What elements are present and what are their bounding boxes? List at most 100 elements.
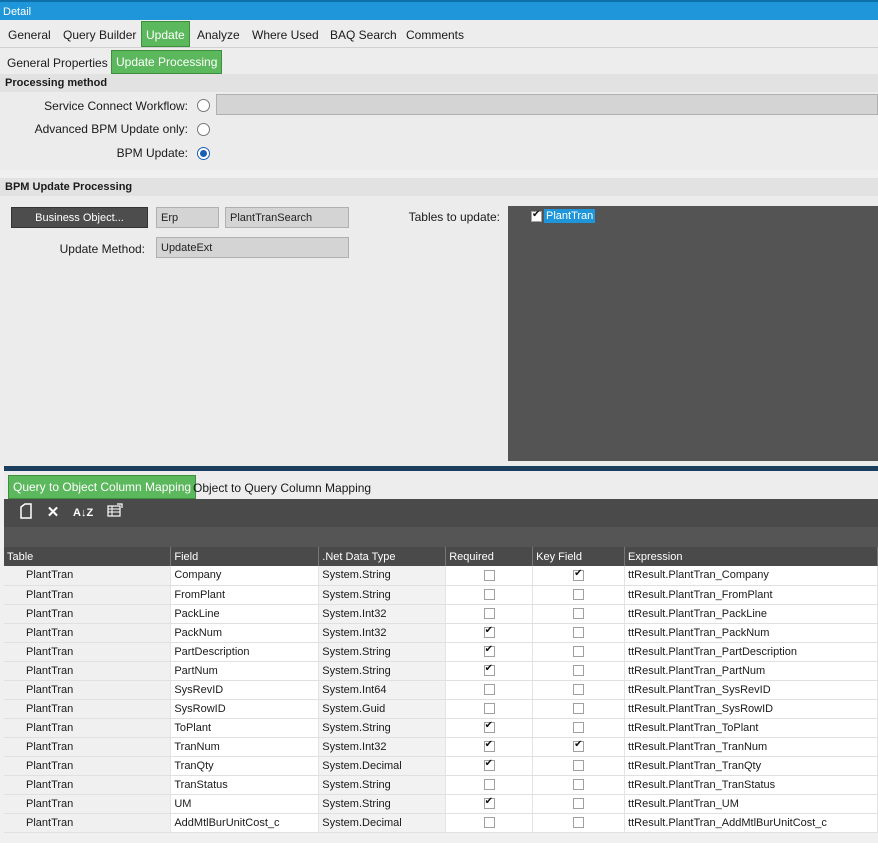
cell-table[interactable]: PlantTran (4, 604, 172, 624)
cell-key-field[interactable] (532, 585, 626, 605)
cell-expression[interactable]: ttResult.PlantTran_AddMtlBurUnitCost_c (624, 813, 878, 833)
table-row[interactable]: PlantTran TranStatus System.String ttResult… (4, 775, 878, 795)
column-header-required[interactable]: Required (445, 547, 534, 566)
key-field-checkbox[interactable] (573, 703, 585, 715)
grid-settings-icon[interactable] (105, 503, 125, 523)
required-checkbox[interactable] (483, 796, 495, 810)
required-checkbox[interactable] (483, 625, 495, 639)
required-checkbox[interactable] (483, 684, 495, 696)
bo-name-field[interactable]: PlantTranSearch (225, 207, 349, 228)
cell-field[interactable]: FromPlant (170, 585, 320, 605)
cell-field[interactable]: SysRowID (170, 699, 320, 719)
table-row[interactable]: PlantTran SysRowID System.Guid ttResult.Pla… (4, 699, 878, 719)
new-icon[interactable] (16, 503, 36, 523)
column-header-expression[interactable]: Expression (624, 547, 878, 566)
key-field-checkbox[interactable] (573, 568, 585, 581)
key-field-checkbox[interactable] (573, 760, 585, 772)
cell-key-field[interactable] (532, 813, 626, 833)
cell-key-field[interactable] (532, 737, 626, 757)
cell-field[interactable]: PartDescription (170, 642, 320, 662)
key-field-checkbox[interactable] (573, 798, 585, 810)
column-header-net-data-type[interactable]: .Net Data Type (318, 547, 447, 566)
cell-expression[interactable]: ttResult.PlantTran_SysRevID (624, 680, 878, 700)
cell-table[interactable]: PlantTran (4, 718, 172, 738)
required-checkbox[interactable] (483, 589, 495, 601)
table-row[interactable]: PlantTran SysRevID System.Int64 ttResult.Pl… (4, 680, 878, 700)
cell-key-field[interactable] (532, 642, 626, 662)
cell-data-type[interactable]: System.String (318, 775, 447, 795)
required-checkbox[interactable] (483, 644, 495, 658)
table-row[interactable]: PlantTranUMSystem.String ttResult.PlantTr… (4, 794, 878, 814)
key-field-checkbox[interactable] (573, 817, 585, 829)
tab-general[interactable]: General (8, 20, 51, 48)
table-row[interactable]: PlantTran FromPlant System.String ttResult.… (4, 585, 878, 605)
cell-expression[interactable]: ttResult.PlantTran_TranNum (624, 737, 878, 757)
cell-field[interactable]: PartNum (170, 661, 320, 681)
advanced-bpm-radio[interactable] (197, 123, 210, 136)
cell-field[interactable]: PackLine (170, 604, 320, 624)
sort-icon[interactable]: A↓Z (73, 503, 93, 523)
required-checkbox[interactable] (483, 779, 495, 791)
cell-expression[interactable]: ttResult.PlantTran_SysRowID (624, 699, 878, 719)
cell-field[interactable]: ToPlant (170, 718, 320, 738)
tab-query-to-object-mapping[interactable]: Query to Object Column Mapping (8, 475, 197, 499)
table-row[interactable]: PlantTranPartDescriptionSystem.String ttR… (4, 642, 878, 662)
cell-field[interactable]: AddMtlBurUnitCost_c (170, 813, 320, 833)
key-field-checkbox[interactable] (573, 627, 585, 639)
table-row[interactable]: PlantTranCompanySystem.String ttResult.Pl… (4, 566, 878, 586)
tab-update-processing[interactable]: Update Processing (111, 50, 223, 74)
key-field-checkbox[interactable] (573, 608, 585, 620)
tab-query-builder[interactable]: Query Builder (63, 20, 136, 48)
service-connect-radio[interactable] (197, 99, 210, 112)
cell-data-type[interactable]: System.String (318, 566, 447, 586)
key-field-checkbox[interactable] (573, 779, 585, 791)
cell-field[interactable]: Company (170, 566, 320, 586)
cell-data-type[interactable]: System.Decimal (318, 756, 447, 776)
cell-key-field[interactable] (532, 566, 626, 586)
required-checkbox[interactable] (483, 739, 495, 753)
required-checkbox[interactable] (483, 758, 495, 772)
cell-expression[interactable]: ttResult.PlantTran_TranStatus (624, 775, 878, 795)
cell-key-field[interactable] (532, 794, 626, 814)
service-connect-workflow-field[interactable] (216, 94, 878, 115)
tab-where-used[interactable]: Where Used (252, 20, 319, 48)
table-row[interactable]: PlantTranTranQtySystem.Decimal ttResult.P… (4, 756, 878, 776)
cell-table[interactable]: PlantTran (4, 794, 172, 814)
cell-data-type[interactable]: System.Int32 (318, 604, 447, 624)
cell-table[interactable]: PlantTran (4, 775, 172, 795)
column-header-table[interactable]: Table (4, 547, 172, 566)
cell-expression[interactable]: ttResult.PlantTran_FromPlant (624, 585, 878, 605)
tab-general-properties[interactable]: General Properties (7, 50, 108, 74)
table-row[interactable]: PlantTran AddMtlBurUnitCost_c System.Decim… (4, 813, 878, 833)
required-checkbox[interactable] (483, 608, 495, 620)
cell-data-type[interactable]: System.String (318, 642, 447, 662)
cell-required[interactable] (445, 642, 534, 662)
cell-table[interactable]: PlantTran (4, 813, 172, 833)
cell-data-type[interactable]: System.String (318, 661, 447, 681)
table-row[interactable]: PlantTran PackLine System.Int32 ttResult.Pl… (4, 604, 878, 624)
table-row[interactable]: PlantTranPartNumSystem.String ttResult.Pl… (4, 661, 878, 681)
cell-expression[interactable]: ttResult.PlantTran_TranQty (624, 756, 878, 776)
cell-data-type[interactable]: System.String (318, 794, 447, 814)
cell-expression[interactable]: ttResult.PlantTran_PartDescription (624, 642, 878, 662)
cell-field[interactable]: TranNum (170, 737, 320, 757)
cell-expression[interactable]: ttResult.PlantTran_Company (624, 566, 878, 586)
cell-expression[interactable]: ttResult.PlantTran_PackNum (624, 623, 878, 643)
cell-table[interactable]: PlantTran (4, 642, 172, 662)
tab-baq-search[interactable]: BAQ Search (330, 20, 397, 48)
cell-required[interactable] (445, 718, 534, 738)
cell-key-field[interactable] (532, 718, 626, 738)
cell-required[interactable] (445, 585, 534, 605)
cell-key-field[interactable] (532, 680, 626, 700)
cell-required[interactable] (445, 661, 534, 681)
cell-required[interactable] (445, 699, 534, 719)
column-header-field[interactable]: Field (170, 547, 320, 566)
cell-key-field[interactable] (532, 623, 626, 643)
cell-required[interactable] (445, 566, 534, 586)
table-row[interactable]: PlantTranPackNumSystem.Int32 ttResult.Pla… (4, 623, 878, 643)
cell-data-type[interactable]: System.Int64 (318, 680, 447, 700)
key-field-checkbox[interactable] (573, 665, 585, 677)
cell-data-type[interactable]: System.String (318, 718, 447, 738)
cell-field[interactable]: SysRevID (170, 680, 320, 700)
cell-data-type[interactable]: System.String (318, 585, 447, 605)
